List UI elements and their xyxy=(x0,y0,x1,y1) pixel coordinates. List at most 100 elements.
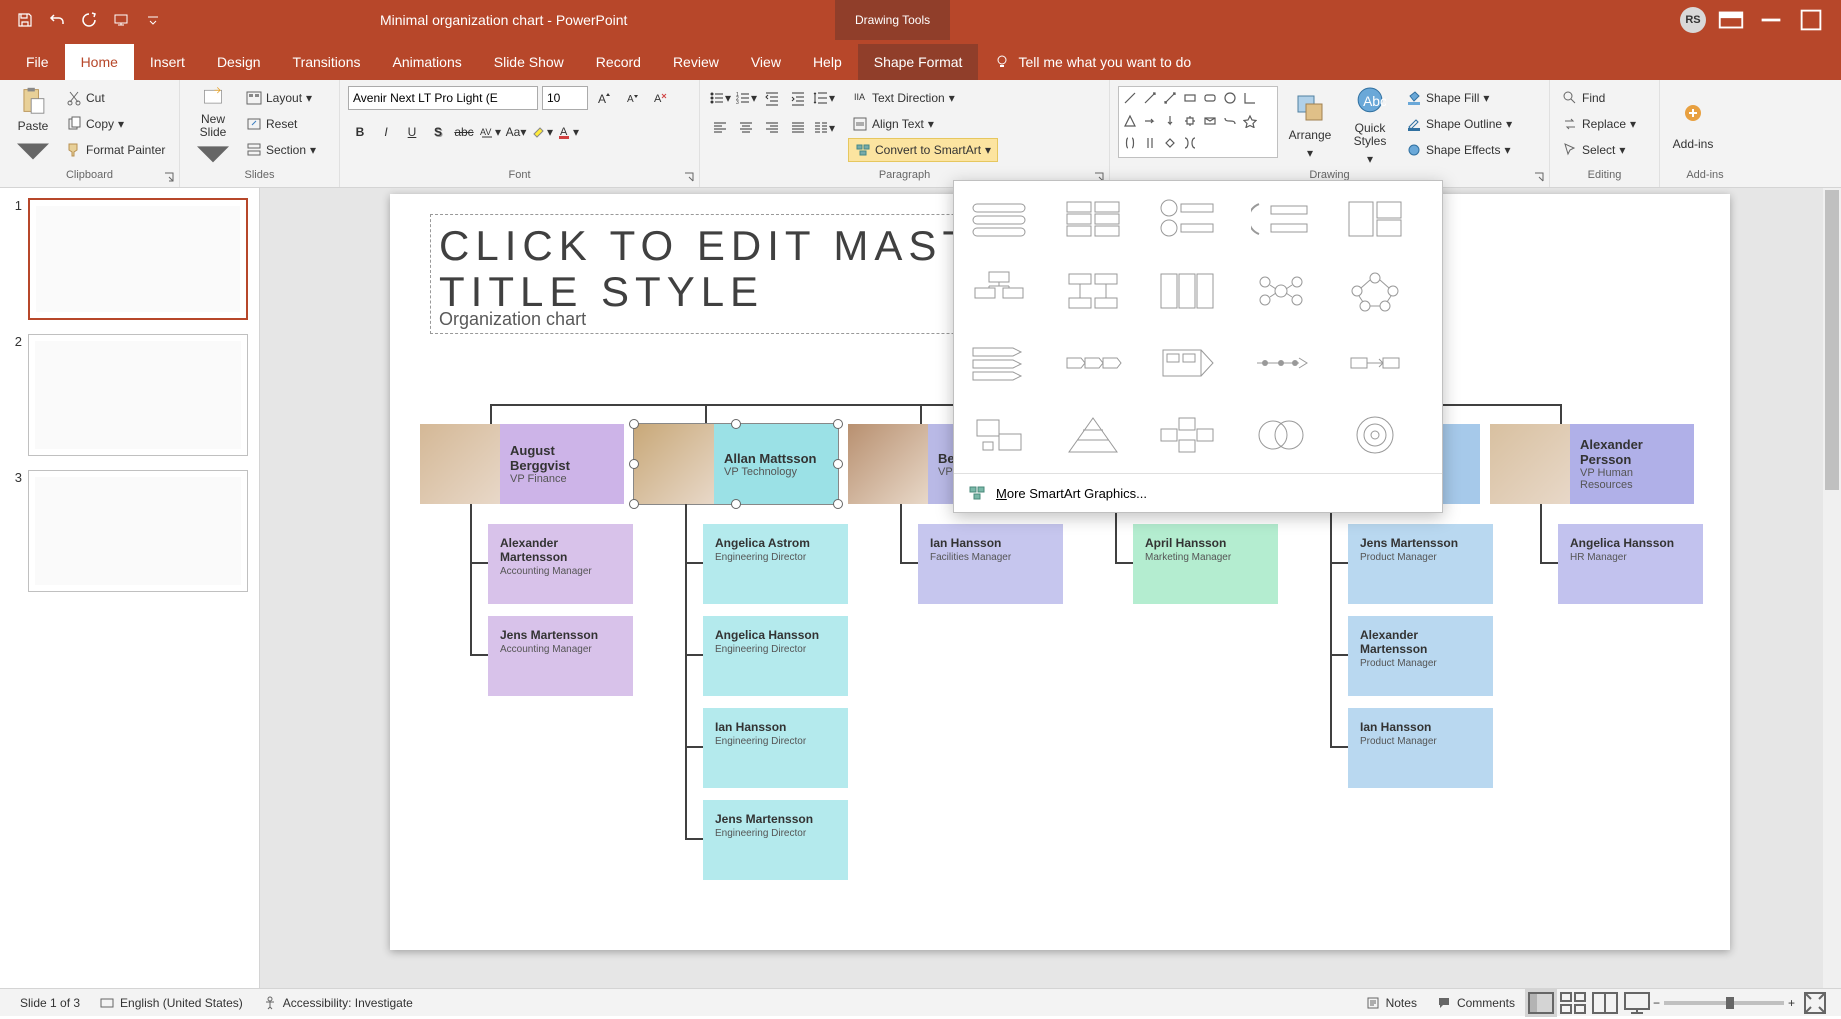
tab-view[interactable]: View xyxy=(735,44,797,80)
minimize-button[interactable] xyxy=(1756,5,1786,35)
sub-card[interactable]: Alexander MartenssonAccounting Manager xyxy=(488,524,633,604)
smartart-option-16[interactable] xyxy=(1060,409,1126,461)
tab-review[interactable]: Review xyxy=(657,44,735,80)
normal-view-button[interactable] xyxy=(1525,989,1557,1017)
tab-help[interactable]: Help xyxy=(797,44,858,80)
save-button[interactable] xyxy=(10,5,40,35)
section-button[interactable]: Section ▾ xyxy=(242,138,320,162)
new-slide-button[interactable]: New Slide xyxy=(188,86,238,166)
italic-button[interactable]: I xyxy=(374,120,398,144)
sub-card[interactable]: Jens MartenssonAccounting Manager xyxy=(488,616,633,696)
sub-card[interactable]: Ian HanssonEngineering Director xyxy=(703,708,848,788)
reset-button[interactable]: Reset xyxy=(242,112,320,136)
smartart-option-8[interactable] xyxy=(1248,265,1314,317)
tab-slideshow[interactable]: Slide Show xyxy=(478,44,580,80)
fit-to-window-button[interactable] xyxy=(1799,989,1831,1017)
arrange-button[interactable]: Arrange▾ xyxy=(1282,86,1338,166)
font-color-button[interactable]: A▾ xyxy=(556,120,580,144)
shadow-button[interactable]: S xyxy=(426,120,450,144)
clear-formatting-button[interactable]: A xyxy=(648,86,672,110)
slide-thumbnail-3[interactable] xyxy=(28,470,248,592)
tab-design[interactable]: Design xyxy=(201,44,277,80)
find-button[interactable]: Find xyxy=(1558,86,1640,110)
decrease-font-button[interactable]: A xyxy=(620,86,644,110)
paste-button[interactable]: Paste xyxy=(8,86,58,166)
ribbon-display-button[interactable] xyxy=(1716,5,1746,35)
smartart-option-9[interactable] xyxy=(1342,265,1408,317)
align-text-button[interactable]: Align Text ▾ xyxy=(848,112,998,136)
tab-insert[interactable]: Insert xyxy=(134,44,201,80)
increase-font-button[interactable]: A xyxy=(592,86,616,110)
char-spacing-button[interactable]: AV▾ xyxy=(478,120,502,144)
highlight-button[interactable]: ▾ xyxy=(530,120,554,144)
format-painter-button[interactable]: Format Painter xyxy=(62,138,169,162)
align-center-button[interactable] xyxy=(734,116,758,140)
slide-counter[interactable]: Slide 1 of 3 xyxy=(10,996,90,1010)
shape-fill-button[interactable]: Shape Fill ▾ xyxy=(1402,86,1516,110)
shape-effects-button[interactable]: Shape Effects ▾ xyxy=(1402,138,1516,162)
select-button[interactable]: Select ▾ xyxy=(1558,138,1640,162)
sub-card[interactable]: Angelica HanssonHR Manager xyxy=(1558,524,1703,604)
columns-button[interactable]: ▾ xyxy=(812,116,836,140)
drawing-launcher[interactable] xyxy=(1533,171,1547,185)
shape-outline-button[interactable]: Shape Outline ▾ xyxy=(1402,112,1516,136)
zoom-control[interactable]: − + xyxy=(1653,989,1831,1017)
numbering-button[interactable]: 123▾ xyxy=(734,86,758,110)
zoom-out-button[interactable]: − xyxy=(1653,996,1660,1010)
sub-card[interactable]: Angelica AstromEngineering Director xyxy=(703,524,848,604)
sub-card[interactable]: Alexander MartenssonProduct Manager xyxy=(1348,616,1493,696)
slide-thumbnail-1[interactable] xyxy=(28,198,248,320)
smartart-option-17[interactable] xyxy=(1154,409,1220,461)
smartart-option-12[interactable] xyxy=(1154,337,1220,389)
language-status[interactable]: English (United States) xyxy=(90,996,253,1010)
line-spacing-button[interactable]: ▾ xyxy=(812,86,836,110)
smartart-option-15[interactable] xyxy=(966,409,1032,461)
maximize-button[interactable] xyxy=(1796,5,1826,35)
user-avatar[interactable]: RS xyxy=(1680,7,1706,33)
font-name-input[interactable] xyxy=(348,86,538,110)
smartart-option-0[interactable] xyxy=(966,193,1032,245)
zoom-in-button[interactable]: + xyxy=(1788,996,1795,1010)
qat-customize-button[interactable] xyxy=(138,5,168,35)
redo-button[interactable] xyxy=(74,5,104,35)
tab-file[interactable]: File xyxy=(10,44,65,80)
smartart-option-3[interactable] xyxy=(1248,193,1314,245)
smartart-option-19[interactable] xyxy=(1342,409,1408,461)
vertical-scrollbar[interactable] xyxy=(1823,188,1841,988)
reading-view-button[interactable] xyxy=(1589,989,1621,1017)
increase-indent-button[interactable] xyxy=(786,86,810,110)
more-smartart-button[interactable]: More SmartArt Graphics... xyxy=(954,473,1442,512)
bullets-button[interactable]: ▾ xyxy=(708,86,732,110)
sub-card[interactable]: Ian HanssonProduct Manager xyxy=(1348,708,1493,788)
align-left-button[interactable] xyxy=(708,116,732,140)
smartart-option-4[interactable] xyxy=(1342,193,1408,245)
sub-card[interactable]: April HanssonMarketing Manager xyxy=(1133,524,1278,604)
slide-thumbnail-2[interactable] xyxy=(28,334,248,456)
convert-smartart-button[interactable]: Convert to SmartArt ▾ xyxy=(848,138,998,162)
undo-button[interactable] xyxy=(42,5,72,35)
shapes-gallery[interactable] xyxy=(1118,86,1278,158)
comments-button[interactable]: Comments xyxy=(1427,996,1525,1010)
layout-button[interactable]: Layout ▾ xyxy=(242,86,320,110)
bold-button[interactable]: B xyxy=(348,120,372,144)
justify-button[interactable] xyxy=(786,116,810,140)
smartart-option-10[interactable] xyxy=(966,337,1032,389)
tab-record[interactable]: Record xyxy=(580,44,657,80)
sub-card[interactable]: Jens MartenssonProduct Manager xyxy=(1348,524,1493,604)
tab-home[interactable]: Home xyxy=(65,44,134,80)
cut-button[interactable]: Cut xyxy=(62,86,169,110)
copy-button[interactable]: Copy ▾ xyxy=(62,112,169,136)
sub-card[interactable]: Ian HanssonFacilities Manager xyxy=(918,524,1063,604)
smartart-option-7[interactable] xyxy=(1154,265,1220,317)
notes-button[interactable]: Notes xyxy=(1356,996,1427,1010)
font-size-input[interactable] xyxy=(542,86,588,110)
smartart-option-2[interactable] xyxy=(1154,193,1220,245)
tab-transitions[interactable]: Transitions xyxy=(277,44,377,80)
align-right-button[interactable] xyxy=(760,116,784,140)
accessibility-status[interactable]: Accessibility: Investigate xyxy=(253,996,423,1010)
addins-button[interactable]: Add-ins xyxy=(1668,86,1718,166)
smartart-option-14[interactable] xyxy=(1342,337,1408,389)
tell-me-search[interactable]: Tell me what you want to do xyxy=(978,44,1207,80)
strikethrough-button[interactable]: abc xyxy=(452,120,476,144)
change-case-button[interactable]: Aa▾ xyxy=(504,120,528,144)
